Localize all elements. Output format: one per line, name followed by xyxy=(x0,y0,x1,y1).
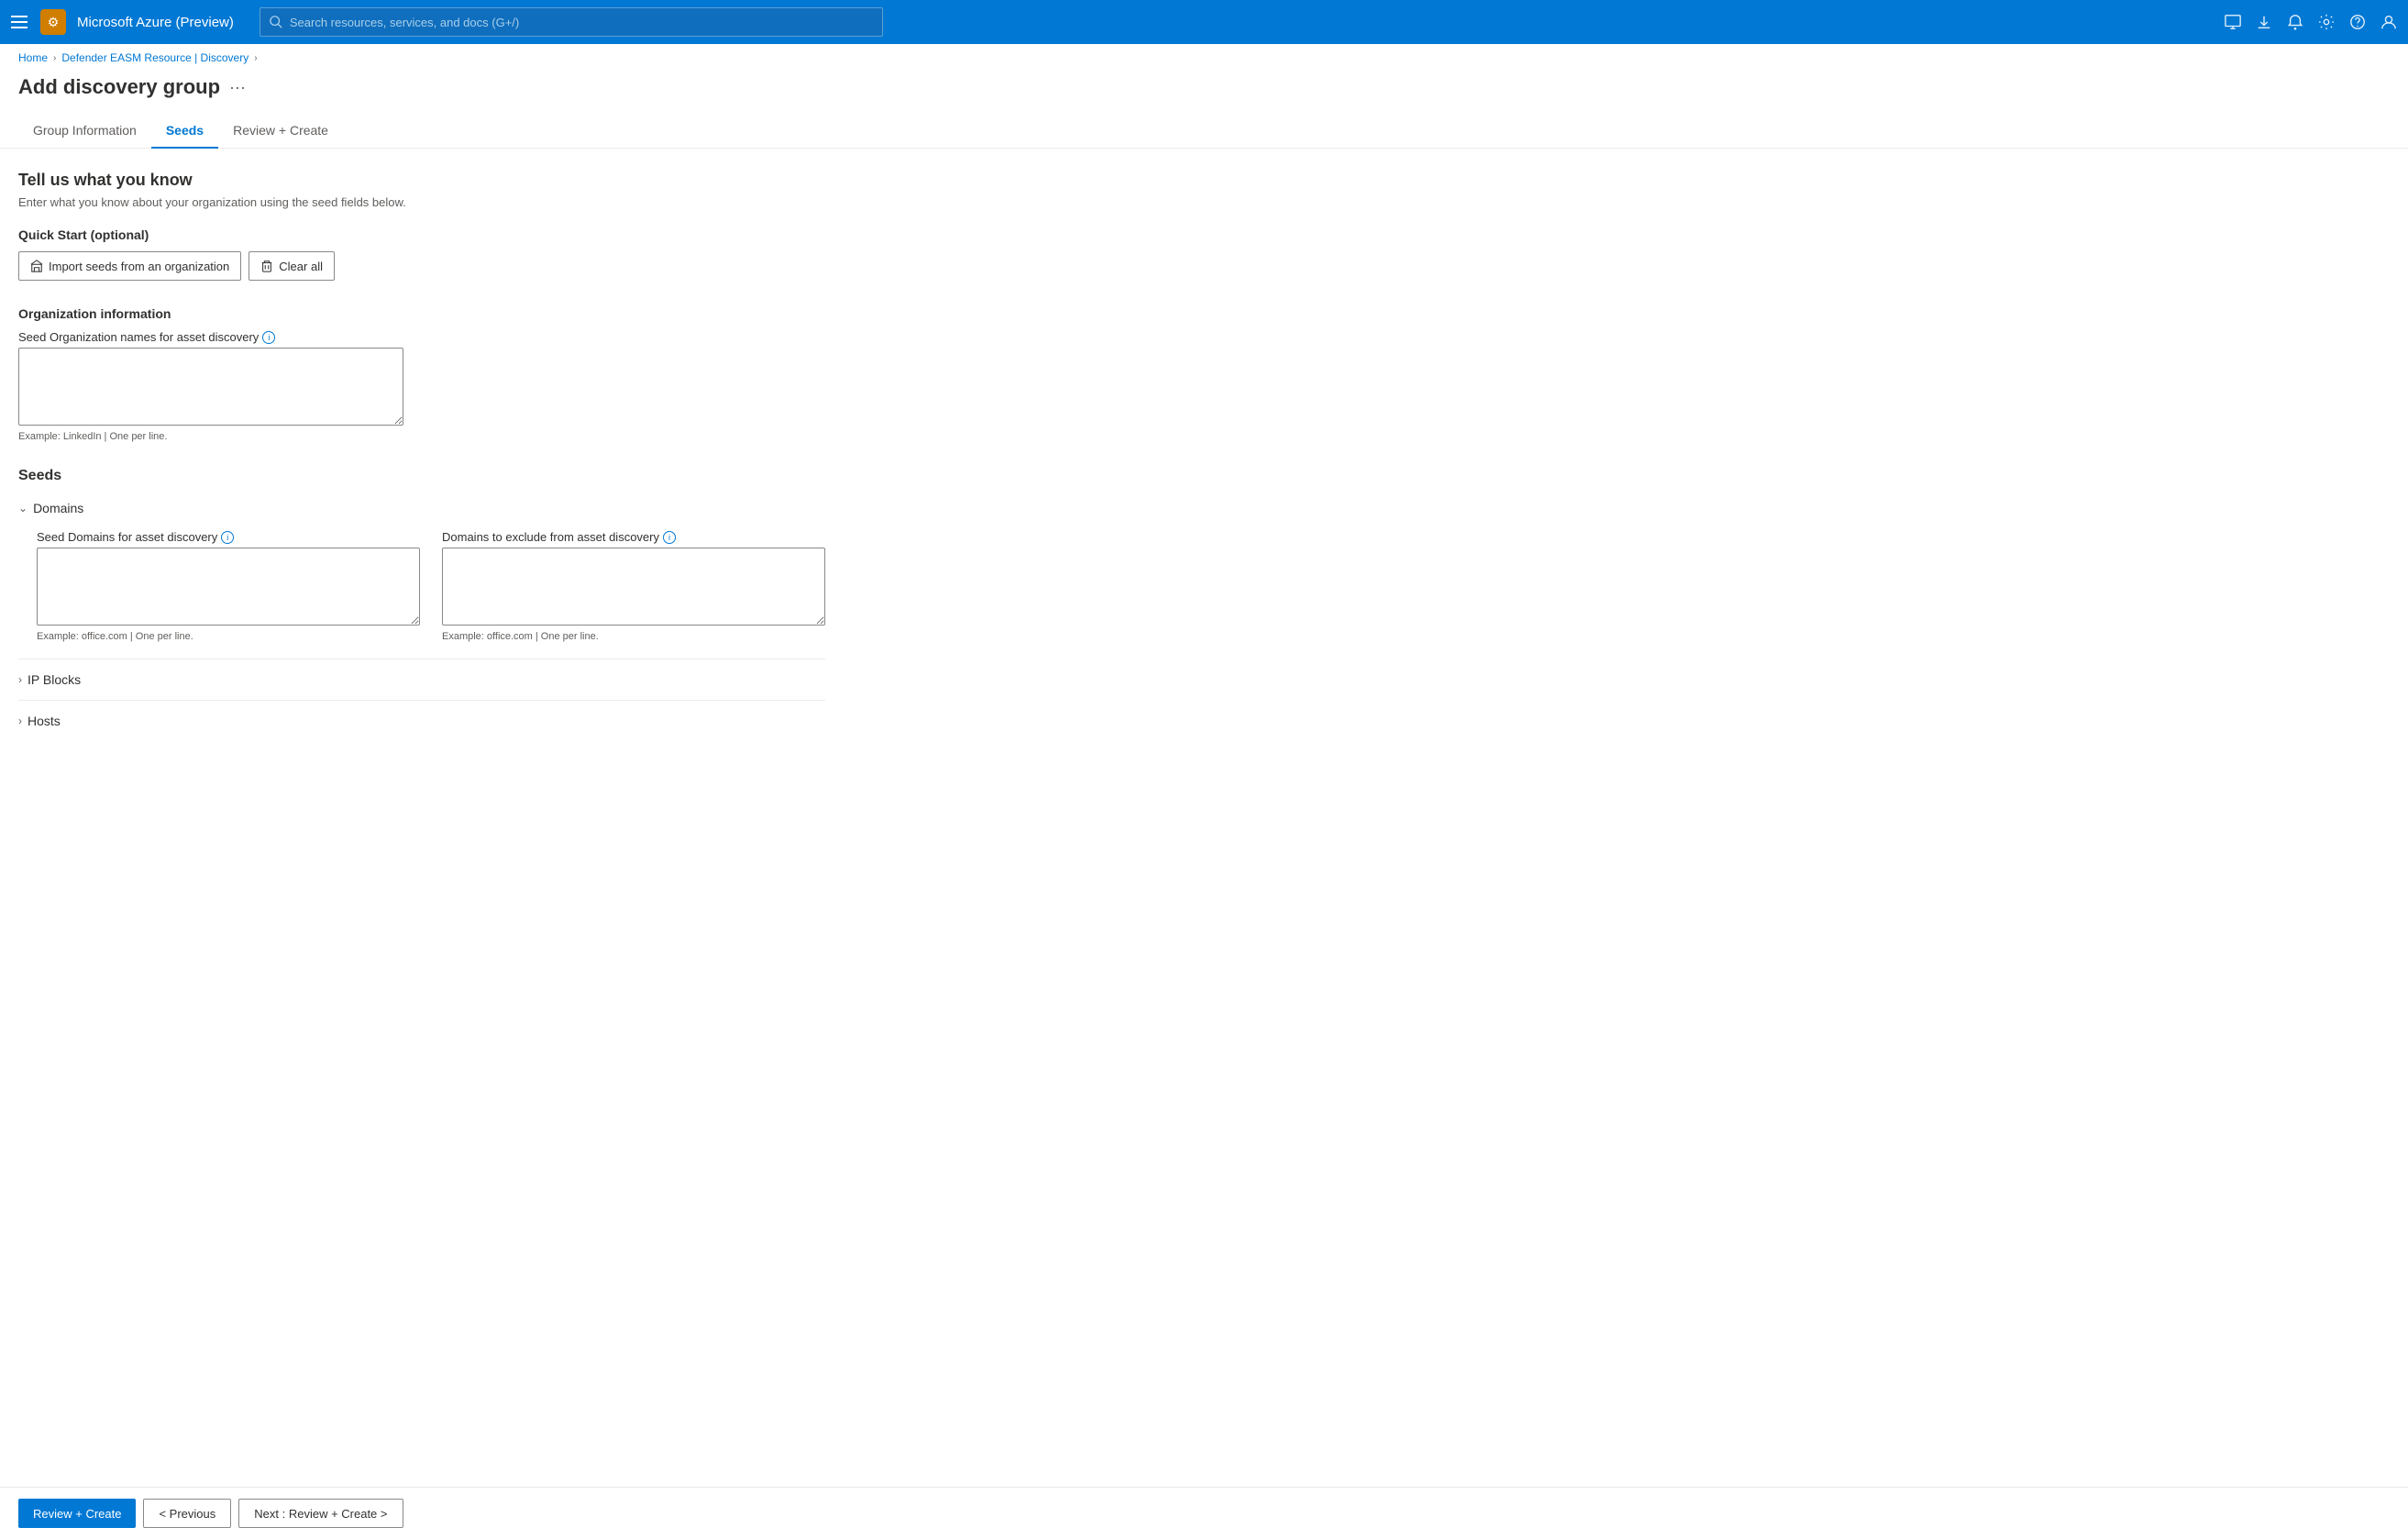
previous-button[interactable]: < Previous xyxy=(143,1499,231,1528)
next-button[interactable]: Next : Review + Create > xyxy=(238,1499,403,1528)
section-title: Tell us what you know xyxy=(18,171,825,190)
seed-domains-info-icon[interactable]: i xyxy=(221,531,234,544)
bottom-bar: Review + Create < Previous Next : Review… xyxy=(0,1487,2408,1539)
exclude-domains-field-group: Domains to exclude from asset discovery … xyxy=(442,530,825,642)
seed-domains-hint: Example: office.com | One per line. xyxy=(37,631,420,642)
search-bar[interactable] xyxy=(260,7,883,37)
breadcrumb-discovery[interactable]: Defender EASM Resource | Discovery xyxy=(61,51,249,64)
page-title: Add discovery group xyxy=(18,75,220,99)
hosts-collapsible: › Hosts xyxy=(18,708,825,734)
org-names-field-group: Seed Organization names for asset discov… xyxy=(18,330,403,442)
topbar: ⚙ Microsoft Azure (Preview) xyxy=(0,0,2408,44)
hosts-chevron-icon: › xyxy=(18,714,22,727)
seed-domains-input[interactable] xyxy=(37,548,420,626)
domains-content: Seed Domains for asset discovery i Examp… xyxy=(18,521,825,651)
trash-icon xyxy=(260,260,273,272)
import-icon xyxy=(30,260,43,272)
help-icon[interactable] xyxy=(2349,14,2366,30)
org-info-heading: Organization information xyxy=(18,306,825,321)
import-seeds-button[interactable]: Import seeds from an organization xyxy=(18,251,241,281)
main-content: Tell us what you know Enter what you kno… xyxy=(0,149,844,774)
exclude-domains-input[interactable] xyxy=(442,548,825,626)
ip-blocks-header[interactable]: › IP Blocks xyxy=(18,667,825,692)
screen-icon[interactable] xyxy=(2225,14,2241,30)
breadcrumb-home[interactable]: Home xyxy=(18,51,48,64)
divider-2 xyxy=(18,700,825,701)
org-names-hint: Example: LinkedIn | One per line. xyxy=(18,431,403,442)
search-input[interactable] xyxy=(290,16,873,29)
brand-name: Microsoft Azure (Preview) xyxy=(77,15,234,30)
seeds-section: Seeds ⌄ Domains Seed Domains for asset d… xyxy=(18,468,825,734)
ip-blocks-chevron-icon: › xyxy=(18,673,22,686)
app-icon: ⚙ xyxy=(40,9,66,35)
breadcrumb-sep-1: › xyxy=(53,53,56,63)
page-more-menu[interactable]: ··· xyxy=(229,78,246,97)
domains-fields: Seed Domains for asset discovery i Examp… xyxy=(37,530,825,642)
domains-header[interactable]: ⌄ Domains xyxy=(18,495,825,521)
tab-group-information[interactable]: Group Information xyxy=(18,114,151,149)
topbar-actions xyxy=(2225,14,2397,30)
tab-review-create[interactable]: Review + Create xyxy=(218,114,343,149)
breadcrumb-sep-2: › xyxy=(254,53,257,63)
user-icon[interactable] xyxy=(2380,14,2397,30)
org-names-input[interactable] xyxy=(18,348,403,426)
breadcrumb: Home › Defender EASM Resource | Discover… xyxy=(0,44,2408,72)
download-icon[interactable] xyxy=(2256,14,2272,30)
domains-chevron-icon: ⌄ xyxy=(18,502,28,515)
seeds-heading: Seeds xyxy=(18,468,825,484)
seed-domains-field-group: Seed Domains for asset discovery i Examp… xyxy=(37,530,420,642)
review-create-button[interactable]: Review + Create xyxy=(18,1499,136,1528)
quickstart-section: Quick Start (optional) Import seeds from… xyxy=(18,227,825,281)
search-icon xyxy=(270,16,282,28)
seed-domains-label: Seed Domains for asset discovery i xyxy=(37,530,420,544)
hosts-header[interactable]: › Hosts xyxy=(18,708,825,734)
quickstart-heading: Quick Start (optional) xyxy=(18,227,825,242)
quickstart-buttons: Import seeds from an organization Clear … xyxy=(18,251,825,281)
domains-collapsible: ⌄ Domains Seed Domains for asset discove… xyxy=(18,495,825,651)
hamburger-menu[interactable] xyxy=(11,13,29,31)
org-names-label: Seed Organization names for asset discov… xyxy=(18,330,403,344)
exclude-domains-label: Domains to exclude from asset discovery … xyxy=(442,530,825,544)
tab-seeds[interactable]: Seeds xyxy=(151,114,218,149)
ip-blocks-collapsible: › IP Blocks xyxy=(18,667,825,692)
org-names-info-icon[interactable]: i xyxy=(262,331,275,344)
section-desc: Enter what you know about your organizat… xyxy=(18,195,825,209)
page-header: Add discovery group ··· xyxy=(0,72,2408,114)
exclude-domains-hint: Example: office.com | One per line. xyxy=(442,631,825,642)
bell-icon[interactable] xyxy=(2287,14,2303,30)
tabs-container: Group Information Seeds Review + Create xyxy=(0,114,2408,149)
clear-all-button[interactable]: Clear all xyxy=(249,251,335,281)
org-info-section: Organization information Seed Organizati… xyxy=(18,306,825,442)
gear-icon[interactable] xyxy=(2318,14,2335,30)
exclude-domains-info-icon[interactable]: i xyxy=(663,531,676,544)
